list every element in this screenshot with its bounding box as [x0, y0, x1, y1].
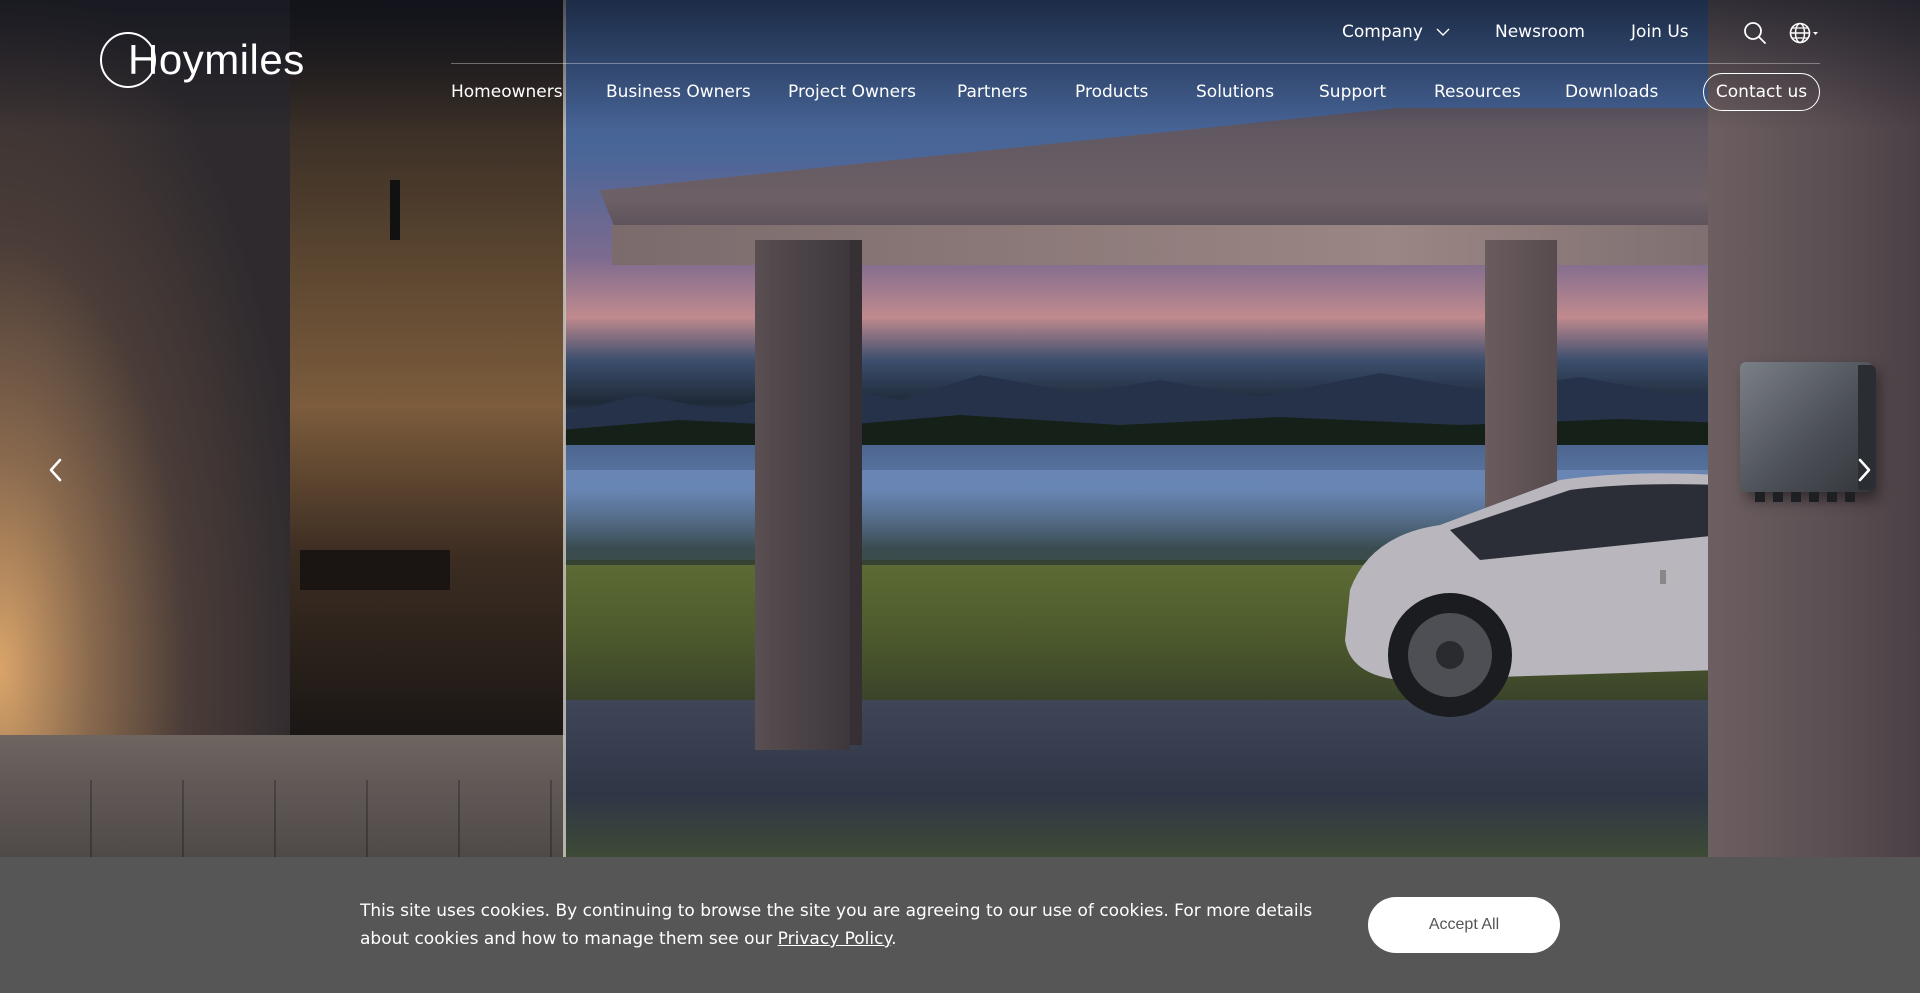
globe-icon[interactable]	[1788, 20, 1820, 46]
nav-item-support[interactable]: Support	[1319, 82, 1386, 102]
nav-item-project-owners[interactable]: Project Owners	[788, 82, 916, 102]
chevron-left-icon[interactable]	[44, 455, 68, 485]
cookie-message: This site uses cookies. By continuing to…	[360, 897, 1340, 953]
chevron-right-icon[interactable]	[1852, 455, 1876, 485]
nav-item-homeowners[interactable]: Homeowners	[451, 82, 563, 102]
nav-item-solutions[interactable]: Solutions	[1196, 82, 1274, 102]
carport-pillar-side	[850, 240, 862, 745]
carport-pillar	[755, 240, 850, 750]
cookie-consent-bar: This site uses cookies. By continuing to…	[0, 857, 1920, 993]
join-us-link[interactable]: Join Us	[1631, 22, 1689, 42]
nav-item-downloads[interactable]: Downloads	[1565, 82, 1658, 102]
nav-item-resources[interactable]: Resources	[1434, 82, 1521, 102]
privacy-policy-link[interactable]: Privacy Policy	[778, 929, 891, 949]
company-label: Company	[1342, 22, 1423, 42]
utility-bar: Company Newsroom Join Us	[0, 0, 1920, 64]
pendant-lamp	[390, 180, 400, 240]
battery-connectors	[1755, 492, 1860, 502]
chevron-down-icon	[1436, 28, 1450, 36]
nav-item-products[interactable]: Products	[1075, 82, 1148, 102]
accept-all-button[interactable]: Accept All	[1368, 897, 1560, 953]
hero-banner-image	[0, 0, 1920, 857]
main-navigation: Homeowners Business Owners Project Owner…	[451, 73, 1820, 111]
floor-tiles	[0, 780, 565, 857]
company-dropdown[interactable]: Company	[1342, 22, 1450, 42]
nav-item-business-owners[interactable]: Business Owners	[606, 82, 751, 102]
header-divider	[451, 63, 1820, 64]
suv-car-illustration	[1345, 473, 1720, 717]
mountains-silhouette	[560, 373, 1780, 445]
contact-us-button[interactable]: Contact us	[1703, 73, 1820, 111]
nav-item-partners[interactable]: Partners	[957, 82, 1028, 102]
newsroom-link[interactable]: Newsroom	[1495, 22, 1585, 42]
cookie-message-end: .	[891, 929, 897, 949]
search-icon[interactable]	[1742, 20, 1768, 46]
dining-table	[300, 550, 450, 590]
